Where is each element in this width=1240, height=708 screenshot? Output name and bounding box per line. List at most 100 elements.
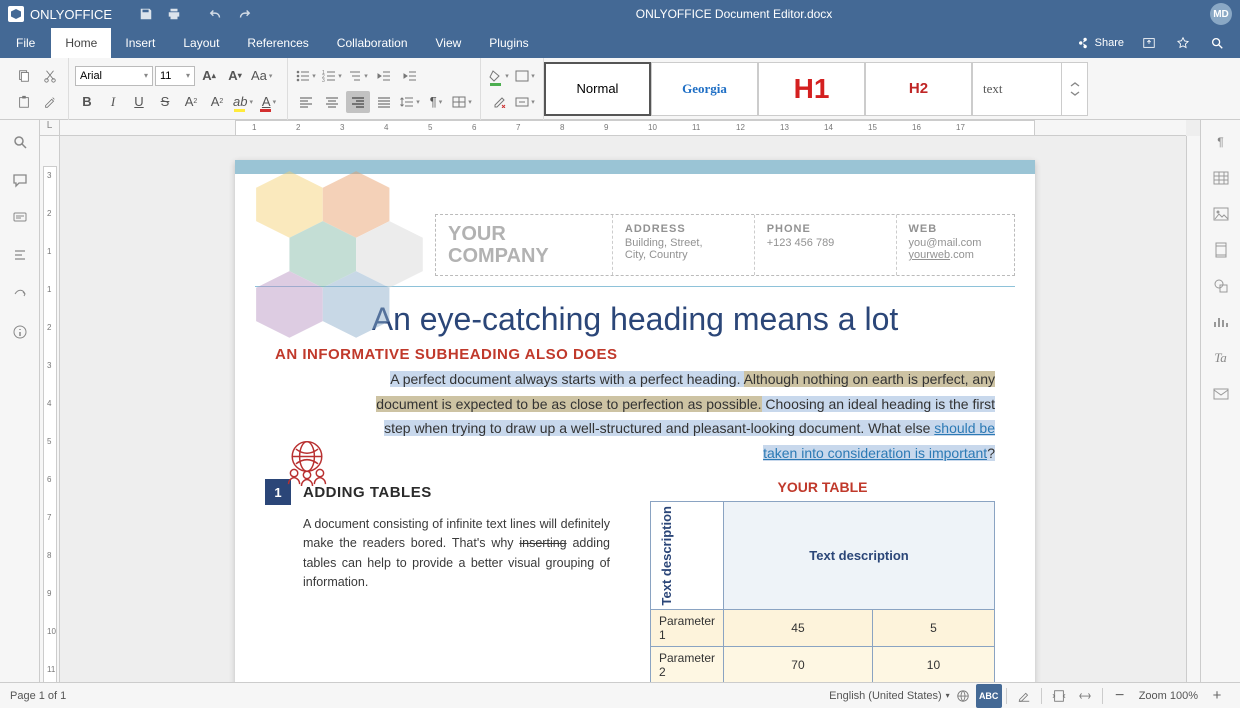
styles-more-button[interactable] <box>1062 62 1088 116</box>
align-left-button[interactable] <box>294 91 318 113</box>
copy-button[interactable] <box>12 65 36 87</box>
tab-plugins[interactable]: Plugins <box>475 28 542 58</box>
style-text[interactable]: text <box>972 62 1062 116</box>
favorite-button[interactable] <box>1168 28 1198 58</box>
undo-button[interactable] <box>202 0 230 28</box>
superscript-button[interactable]: A2 <box>179 91 203 113</box>
toolbar: Arial▾ 11▾ A▴ A▾ Aa B I U S A2 A2 ab A 1… <box>0 58 1240 120</box>
image-settings-icon[interactable] <box>1205 200 1237 228</box>
align-justify-button[interactable] <box>372 91 396 113</box>
bold-button[interactable]: B <box>75 91 99 113</box>
fit-page-button[interactable] <box>1046 684 1072 708</box>
font-family-select[interactable]: Arial▾ <box>75 66 153 86</box>
style-georgia[interactable]: Georgia <box>651 62 758 116</box>
ruler-vertical[interactable]: 3211234567891011 <box>40 136 60 682</box>
language-selector[interactable]: English (United States)▾ <box>829 690 950 702</box>
share-button[interactable]: Share <box>1071 36 1130 50</box>
multilevel-button[interactable] <box>346 65 370 87</box>
merge-button[interactable] <box>450 91 474 113</box>
search-button[interactable] <box>1202 28 1232 58</box>
left-panel <box>0 120 40 682</box>
header-footer-settings-icon[interactable] <box>1205 236 1237 264</box>
textart-settings-icon[interactable]: Ta <box>1205 344 1237 372</box>
styles-gallery: Normal Georgia H1 H2 text <box>544 62 1088 116</box>
paste-button[interactable] <box>12 91 36 113</box>
font-color-button[interactable]: A <box>257 91 281 113</box>
table-row: Parameter 1455 <box>651 610 995 647</box>
find-icon[interactable] <box>4 128 36 156</box>
bullets-button[interactable] <box>294 65 318 87</box>
table-settings-icon[interactable] <box>1205 164 1237 192</box>
shape-settings-icon[interactable] <box>1205 272 1237 300</box>
redo-button[interactable] <box>230 0 258 28</box>
copy-style-button[interactable] <box>38 91 62 113</box>
style-h1[interactable]: H1 <box>758 62 865 116</box>
zoom-out-button[interactable]: − <box>1107 684 1133 708</box>
chart-settings-icon[interactable] <box>1205 308 1237 336</box>
zoom-in-button[interactable]: + <box>1204 684 1230 708</box>
document-title: ONLYOFFICE Document Editor.docx <box>258 7 1210 21</box>
numbering-button[interactable]: 123 <box>320 65 344 87</box>
ruler-horizontal[interactable]: 1234567891011121314151617 <box>60 120 1186 136</box>
set-doc-language-button[interactable] <box>950 684 976 708</box>
font-size-select[interactable]: 11▾ <box>155 66 195 86</box>
decr-size-button[interactable]: A▾ <box>223 65 247 87</box>
user-avatar[interactable]: MD <box>1210 3 1232 25</box>
your-table: Text descriptionText description Paramet… <box>650 501 995 682</box>
align-center-button[interactable] <box>320 91 344 113</box>
borders-button[interactable] <box>513 65 537 87</box>
style-normal[interactable]: Normal <box>544 62 651 116</box>
share-icon <box>1077 36 1091 50</box>
page-counter[interactable]: Page 1 of 1 <box>10 690 66 702</box>
cut-button[interactable] <box>38 65 62 87</box>
open-location-button[interactable] <box>1134 28 1164 58</box>
fit-width-button[interactable] <box>1072 684 1098 708</box>
ruler-corner: L <box>40 120 60 136</box>
document-area[interactable]: L 1234567891011121314151617 321123456789… <box>40 120 1200 682</box>
comments-icon[interactable] <box>4 166 36 194</box>
style-h2[interactable]: H2 <box>865 62 972 116</box>
subscript-button[interactable]: A2 <box>205 91 229 113</box>
incr-size-button[interactable]: A▴ <box>197 65 221 87</box>
strike-button[interactable]: S <box>153 91 177 113</box>
save-button[interactable] <box>132 0 160 28</box>
tab-view[interactable]: View <box>422 28 476 58</box>
navigation-icon[interactable] <box>4 242 36 270</box>
tab-references[interactable]: References <box>233 28 322 58</box>
about-icon[interactable] <box>4 318 36 346</box>
align-right-button[interactable] <box>346 91 370 113</box>
scrollbar-vertical[interactable] <box>1186 136 1200 682</box>
highlight-color-button[interactable]: ab <box>231 91 255 113</box>
tab-collaboration[interactable]: Collaboration <box>323 28 422 58</box>
inc-indent-button[interactable] <box>398 65 422 87</box>
clear-style-button[interactable] <box>487 91 511 113</box>
shading-button[interactable] <box>487 65 511 87</box>
line-spacing-button[interactable] <box>398 91 422 113</box>
para-link-2[interactable]: is important <box>911 445 987 461</box>
tab-home[interactable]: Home <box>51 28 111 58</box>
tab-file[interactable]: File <box>0 28 51 58</box>
workspace: L 1234567891011121314151617 321123456789… <box>0 120 1240 682</box>
italic-button[interactable]: I <box>101 91 125 113</box>
paragraph-settings-icon[interactable]: ¶ <box>1205 128 1237 156</box>
nonprinting-button[interactable]: ¶ <box>424 91 448 113</box>
print-button[interactable] <box>160 0 188 28</box>
insert-field-button[interactable] <box>513 91 537 113</box>
mail-merge-icon[interactable] <box>1205 380 1237 408</box>
web-link[interactable]: yourweb <box>909 249 951 261</box>
tab-insert[interactable]: Insert <box>111 28 169 58</box>
underline-button[interactable]: U <box>127 91 151 113</box>
page[interactable]: YOURCOMPANY ADDRESS Building, Street,Cit… <box>235 160 1035 682</box>
dec-indent-button[interactable] <box>372 65 396 87</box>
hexagon-decoration <box>235 160 465 360</box>
chat-icon[interactable] <box>4 204 36 232</box>
app-name: ONLYOFFICE <box>30 7 112 22</box>
intro-paragraph: A perfect document always starts with a … <box>365 367 995 465</box>
spellcheck-button[interactable]: ABC <box>976 684 1002 708</box>
track-changes-button[interactable] <box>1011 684 1037 708</box>
feedback-icon[interactable] <box>4 280 36 308</box>
change-case-button[interactable]: Aa <box>249 65 274 87</box>
app-logo: ONLYOFFICE <box>8 6 112 22</box>
tab-layout[interactable]: Layout <box>169 28 233 58</box>
zoom-level[interactable]: Zoom 100% <box>1133 690 1204 702</box>
